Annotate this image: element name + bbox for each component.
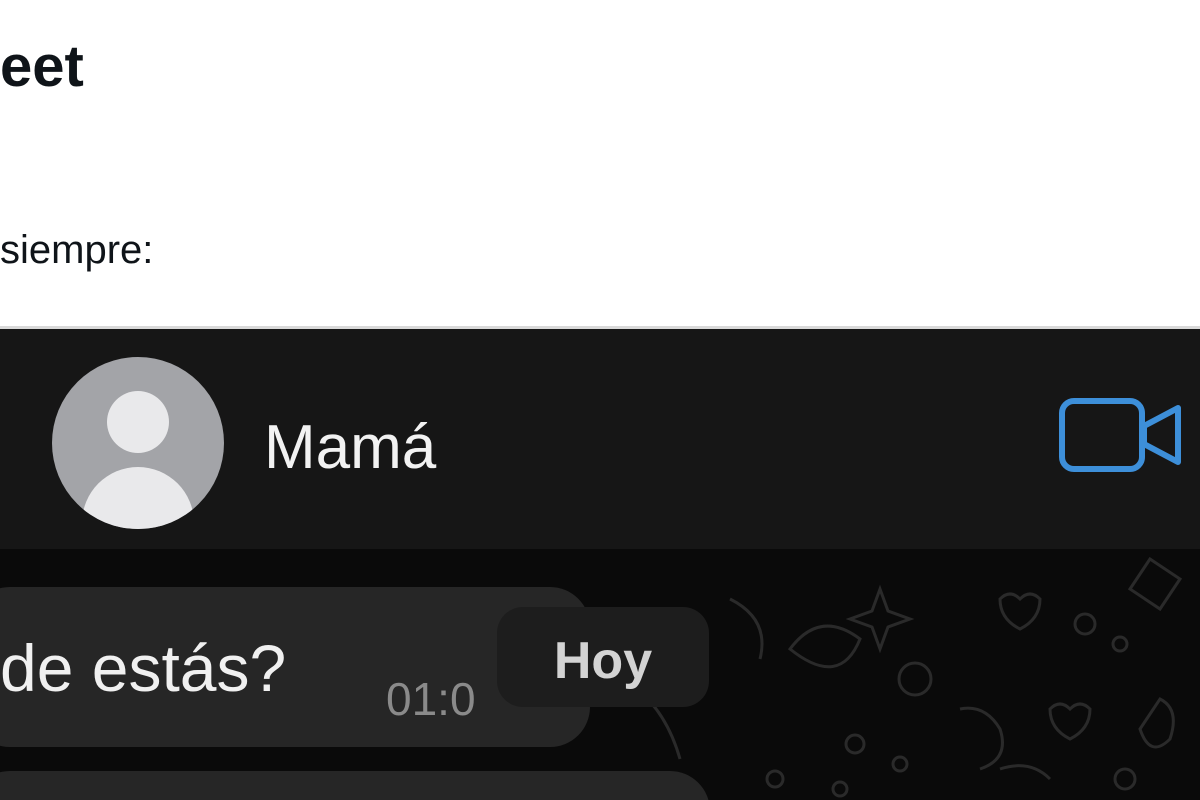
message-text: de estás?	[0, 631, 287, 705]
chat-header: Mamá	[0, 329, 1200, 549]
avatar[interactable]	[52, 357, 224, 529]
chat-screenshot[interactable]: Mamá de estás? 01:0 Hoy	[0, 329, 1200, 800]
contact-name[interactable]: Mamá	[264, 417, 436, 479]
message-bubble-partial[interactable]	[0, 771, 710, 800]
tweet-text: siempre:	[0, 228, 154, 272]
chat-body: de estás? 01:0 Hoy	[0, 549, 1200, 800]
avatar-body-shape	[82, 467, 194, 529]
avatar-head-shape	[107, 391, 169, 453]
date-label: Hoy	[553, 632, 653, 690]
tweet-heading: eet	[0, 34, 84, 99]
message-time: 01:0	[386, 673, 476, 725]
video-camera-icon[interactable]	[1058, 396, 1184, 476]
date-chip: Hoy	[497, 607, 709, 707]
